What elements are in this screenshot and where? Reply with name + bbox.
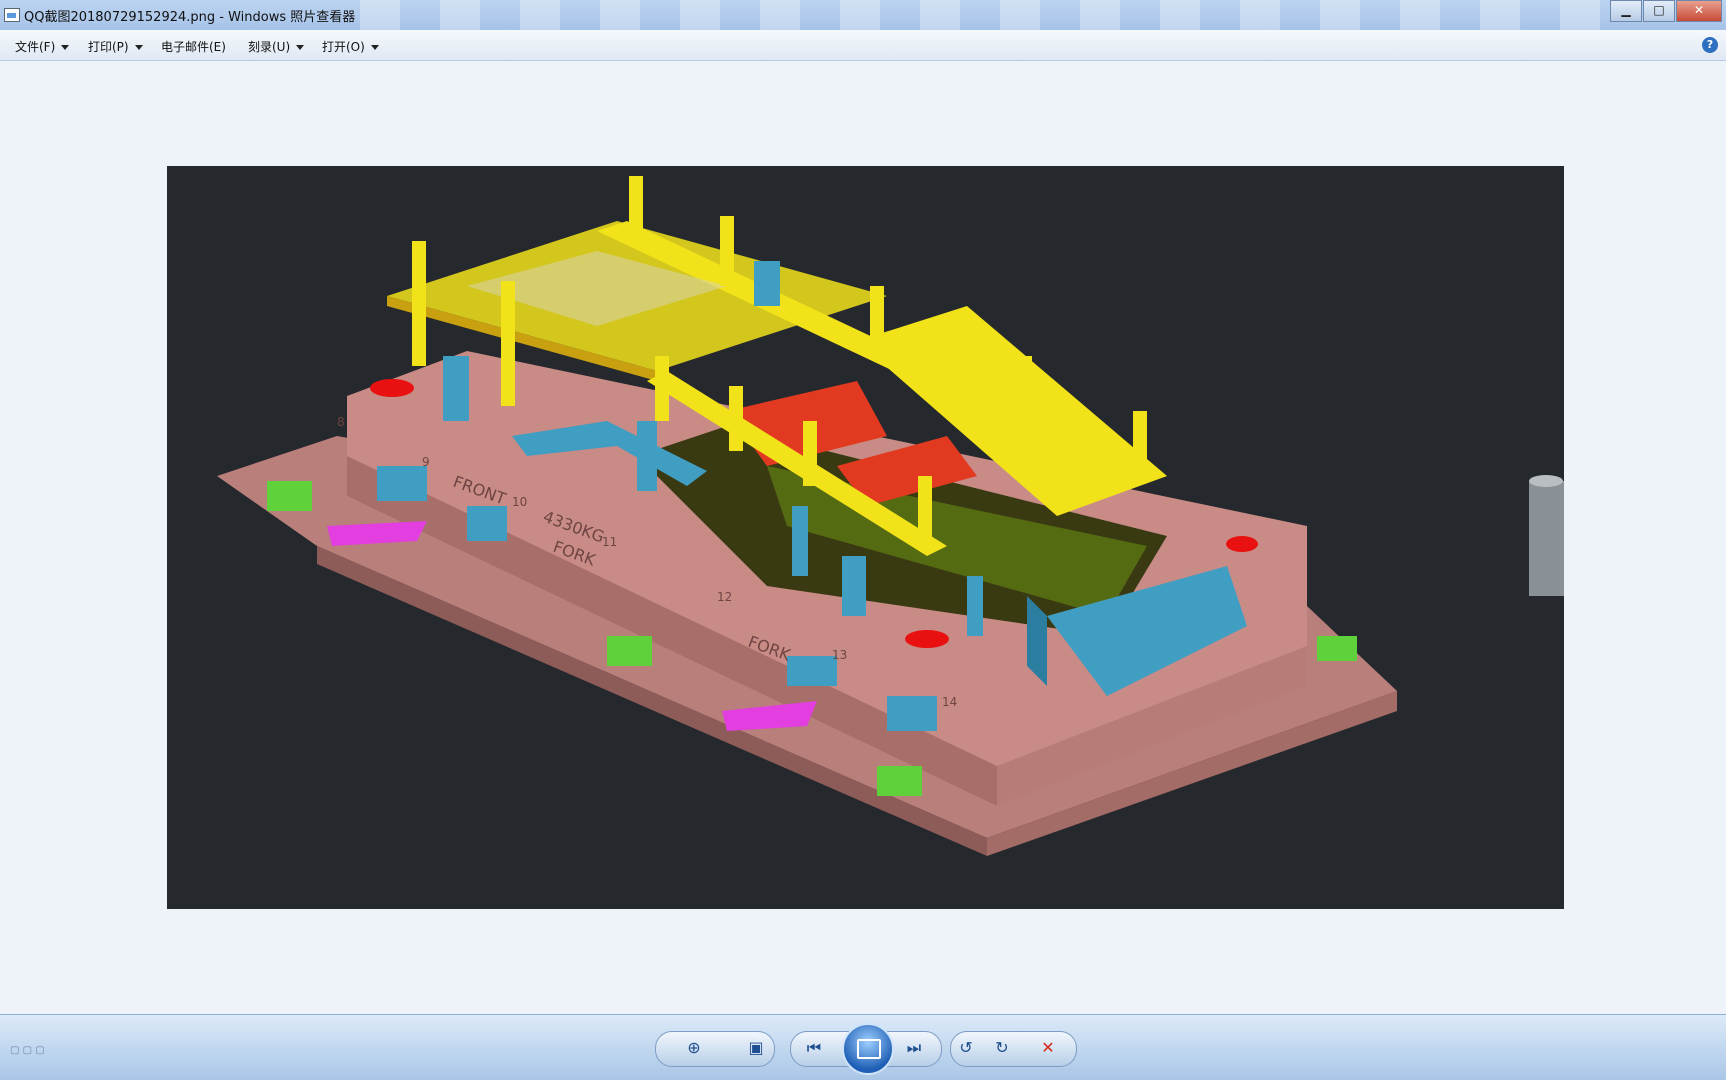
displayed-image: FRONT 4330KG FORK FORK 8 9 10 11 12 13 1…	[167, 166, 1564, 909]
annotation-num-10: 10	[512, 495, 527, 509]
window-title: QQ截图20180729152924.png - Windows 照片查看器	[24, 10, 356, 25]
viewer-toolbar: ▢ ▢ ▢ ⊕ ▣ ⏮ ⏭ ↺ ↻ ✕	[0, 1014, 1726, 1080]
next-icon[interactable]: ⏭	[900, 1035, 928, 1061]
menu-bar: 文件(F) 打印(P) 电子邮件(E) 刻录(U) 打开(O) ?	[0, 30, 1726, 61]
green-clamp	[267, 481, 312, 511]
menu-file[interactable]: 文件(F)	[15, 38, 70, 55]
annotation-num-11: 11	[602, 535, 617, 549]
desktop-ghost-icons: ▢ ▢ ▢	[10, 1045, 45, 1056]
annotation-num-9: 9	[422, 455, 430, 469]
chevron-down-icon	[134, 45, 143, 50]
rotate-cw-icon[interactable]: ↻	[988, 1035, 1016, 1061]
rotate-ccw-icon[interactable]: ↺	[952, 1035, 980, 1061]
annotation-num-12: 12	[717, 590, 732, 604]
close-button[interactable]: ✕	[1676, 0, 1722, 22]
annotation-num-8: 8	[337, 415, 345, 429]
delete-icon[interactable]: ✕	[1034, 1035, 1062, 1061]
zoom-icon[interactable]: ⊕	[680, 1035, 708, 1061]
menu-open[interactable]: 打开(O)	[322, 38, 379, 55]
slideshow-icon	[857, 1039, 881, 1059]
photo-viewer-icon	[4, 8, 20, 22]
annotation-num-14: 14	[942, 695, 957, 709]
actual-size-icon[interactable]: ▣	[742, 1035, 770, 1061]
menu-burn[interactable]: 刻录(U)	[248, 38, 305, 55]
title-bar: QQ截图20180729152924.png - Windows 照片查看器 ▁…	[0, 0, 1726, 31]
minimize-button[interactable]: ▁	[1610, 0, 1642, 22]
slideshow-button[interactable]	[842, 1023, 894, 1075]
chevron-down-icon	[370, 45, 379, 50]
chevron-down-icon	[296, 45, 305, 50]
image-viewer-area: FRONT 4330KG FORK FORK 8 9 10 11 12 13 1…	[0, 61, 1726, 1014]
chevron-down-icon	[61, 45, 70, 50]
help-icon[interactable]: ?	[1702, 37, 1718, 53]
stray-cylinder	[1529, 481, 1564, 596]
background-thumbnails	[340, 0, 1600, 30]
previous-icon[interactable]: ⏮	[800, 1035, 828, 1061]
menu-email[interactable]: 电子邮件(E)	[161, 38, 226, 55]
maximize-button[interactable]: □	[1643, 0, 1675, 22]
menu-print[interactable]: 打印(P)	[88, 38, 143, 55]
annotation-num-13: 13	[832, 648, 847, 662]
cad-die-render: FRONT 4330KG FORK FORK 8 9 10 11 12 13 1…	[217, 176, 1564, 856]
